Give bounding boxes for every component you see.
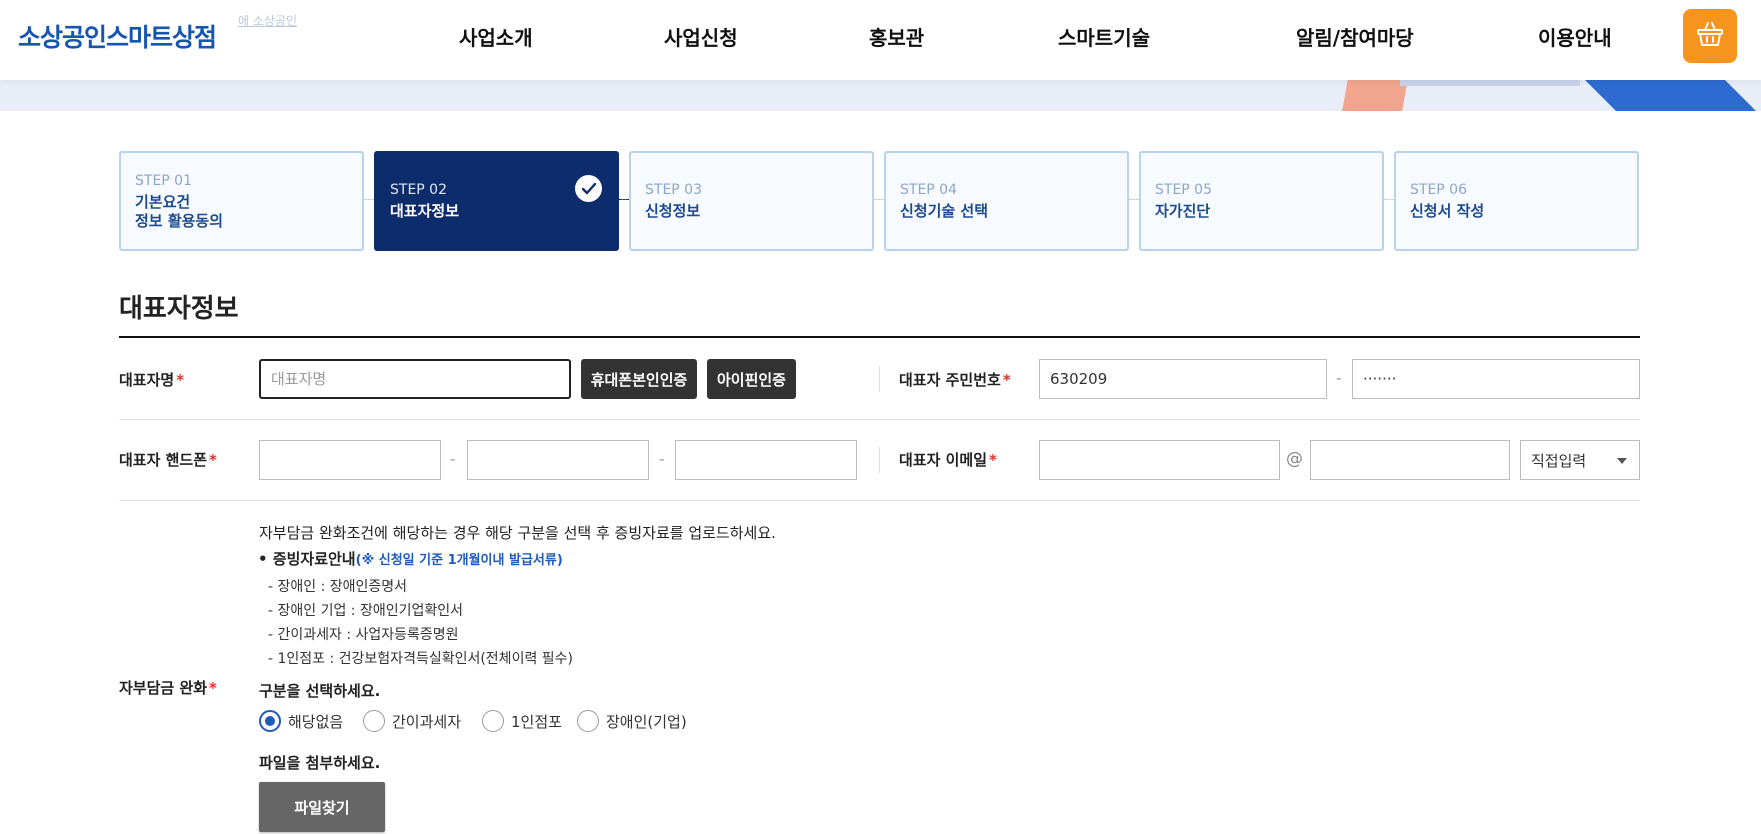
column-separator (879, 366, 880, 392)
step-title: 기본요건 정보 활용동의 (135, 193, 224, 230)
email-label: 대표자 이메일 * (899, 451, 997, 469)
step-01[interactable]: STEP 01 기본요건 정보 활용동의 (119, 151, 364, 251)
step-06[interactable]: STEP 06 신청서 작성 (1394, 151, 1639, 251)
site-header: 소상공인스마트상점 에 소상공인 사업소개 사업신청 홍보관 스마트기술 알림/… (0, 0, 1761, 80)
column-separator (879, 447, 880, 473)
dash-separator: - (1336, 369, 1342, 387)
step-number: STEP 03 (645, 182, 702, 198)
chevron-down-icon (1617, 458, 1627, 464)
mobile-part1-input[interactable] (259, 440, 441, 480)
radio-circle (482, 710, 504, 732)
cart-button[interactable] (1683, 9, 1737, 63)
step-02[interactable]: STEP 02 대표자정보 (374, 151, 619, 251)
radio-simple-taxpayer[interactable]: 간이과세자 (363, 710, 461, 732)
step-number: STEP 06 (1410, 182, 1467, 198)
radio-circle (363, 710, 385, 732)
nav-item-notice[interactable]: 알림/참여마당 (1296, 22, 1414, 51)
select-value: 직접입력 (1531, 451, 1587, 470)
main-nav: 사업소개 사업신청 홍보관 스마트기술 알림/참여마당 이용안내 (0, 22, 1761, 52)
step-number: STEP 04 (900, 182, 957, 198)
select-heading: 구분을 선택하세요. (259, 682, 381, 700)
step-05[interactable]: STEP 05 자가진단 (1139, 151, 1384, 251)
radio-none[interactable]: 해당없음 (259, 710, 343, 732)
radio-circle (577, 710, 599, 732)
phone-auth-button[interactable]: 휴대폰본인인증 (581, 359, 697, 399)
step-indicator: STEP 01 기본요건 정보 활용동의 STEP 02 대표자정보 STEP … (119, 151, 1640, 251)
step-title: 신청정보 (645, 202, 701, 220)
section-title: 대표자정보 (119, 294, 239, 324)
step-number: STEP 05 (1155, 182, 1212, 198)
step-title: 신청기술 선택 (900, 202, 989, 220)
file-browse-button[interactable]: 파일찾기 (259, 782, 385, 832)
radio-label: 간이과세자 (392, 712, 462, 731)
check-icon (575, 175, 602, 202)
basket-icon (1696, 21, 1724, 51)
nav-item-apply[interactable]: 사업신청 (664, 22, 738, 51)
rrn-label: 대표자 주민번호 * (899, 371, 1011, 389)
email-id-input[interactable] (1039, 440, 1280, 480)
dash-separator: - (450, 450, 456, 468)
nav-item-about[interactable]: 사업소개 (459, 22, 533, 51)
banner-strip (0, 80, 1761, 111)
step-title: 자가진단 (1155, 202, 1211, 220)
rrn-second-input[interactable] (1352, 359, 1640, 399)
name-input[interactable] (259, 359, 571, 399)
ipin-auth-button[interactable]: 아이핀인증 (707, 359, 796, 399)
dash-separator: - (659, 450, 665, 468)
radio-circle (259, 710, 281, 732)
mobile-part3-input[interactable] (675, 440, 857, 480)
step-number: STEP 02 (390, 182, 447, 198)
section-divider (119, 336, 1640, 338)
step-04[interactable]: STEP 04 신청기술 선택 (884, 151, 1129, 251)
step-title: 대표자정보 (390, 202, 460, 220)
relief-label: 자부담금 완화 * (119, 679, 217, 697)
nav-item-smart-tech[interactable]: 스마트기술 (1058, 22, 1150, 51)
evidence-item: - 장애인 : 장애인증명서 (268, 579, 408, 595)
radio-disabled-business[interactable]: 장애인(기업) (577, 710, 687, 732)
file-heading: 파일을 첨부하세요. (259, 754, 381, 772)
row-divider (119, 419, 1640, 420)
step-03[interactable]: STEP 03 신청정보 (629, 151, 874, 251)
evidence-item: - 1인점포 : 건강보험자격득실확인서(전체이력 필수) (268, 651, 573, 667)
email-domain-input[interactable] (1310, 440, 1510, 480)
relief-intro: 자부담금 완화조건에 해당하는 경우 해당 구분을 선택 후 증빙자료를 업로드… (259, 524, 776, 542)
mobile-part2-input[interactable] (467, 440, 649, 480)
radio-label: 해당없음 (288, 712, 344, 731)
evidence-item: - 간이과세자 : 사업자등록증명원 (268, 627, 459, 643)
nav-item-promo[interactable]: 홍보관 (869, 22, 924, 51)
email-domain-select[interactable]: 직접입력 (1520, 440, 1640, 480)
mobile-label: 대표자 핸드폰 * (119, 451, 217, 469)
step-title: 신청서 작성 (1410, 202, 1485, 220)
evidence-item: - 장애인 기업 : 장애인기업확인서 (268, 603, 464, 619)
radio-solo-store[interactable]: 1인점포 (482, 710, 562, 732)
step-number: STEP 01 (135, 173, 192, 189)
name-label: 대표자명 * (119, 371, 185, 389)
radio-label: 장애인(기업) (606, 712, 687, 731)
evidence-guide: • 증빙자료안내(※ 신청일 기준 1개월이내 발급서류) (258, 550, 563, 568)
row-divider (119, 500, 1640, 501)
rrn-first-input[interactable] (1039, 359, 1327, 399)
nav-item-guide[interactable]: 이용안내 (1538, 22, 1612, 51)
radio-label: 1인점포 (511, 712, 562, 731)
at-sign: @ (1286, 449, 1303, 469)
